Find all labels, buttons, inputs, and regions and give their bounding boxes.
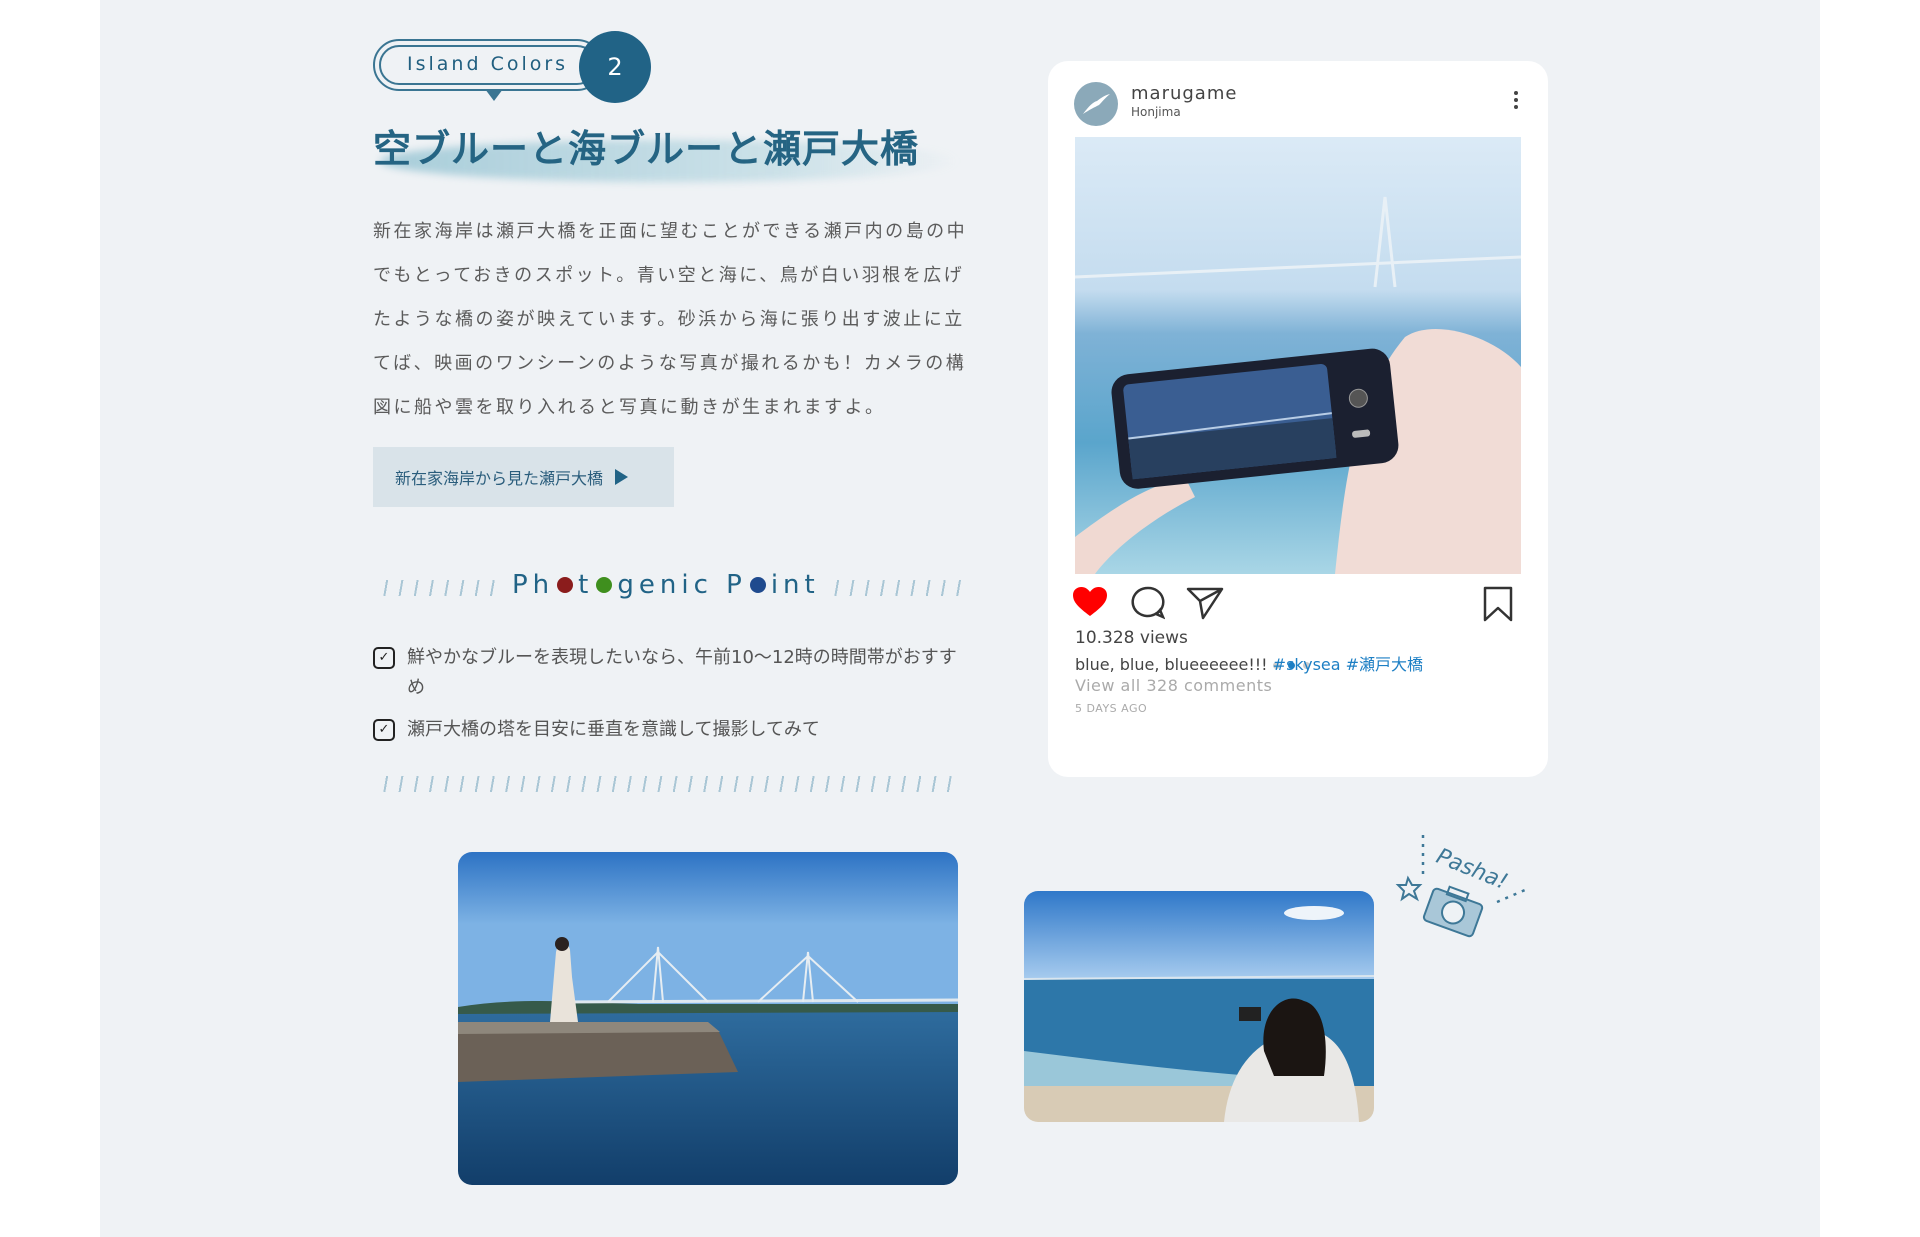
checkbox-checked-icon: ✓	[373, 719, 395, 741]
title-part: Ph	[512, 570, 555, 600]
post-photo	[1075, 137, 1521, 574]
green-dot-icon	[596, 577, 613, 593]
stripe-divider-left	[377, 580, 497, 596]
checklist-item: ✓ 鮮やかなブルーを表現したいなら、午前10〜12時の時間帯がおすすめ	[373, 643, 973, 703]
post-caption: blue, blue, blueeeeee!!! #skysea #瀬戸大橋	[1075, 651, 1423, 675]
badge-tail	[485, 89, 503, 101]
stripe-divider-bottom	[377, 776, 962, 792]
photogenic-point-title: Ph t genic P int	[512, 570, 820, 600]
checklist-text: 鮮やかなブルーを表現したいなら、午前10〜12時の時間帯がおすすめ	[407, 647, 957, 698]
title-part: t	[578, 570, 594, 600]
hashtag-link[interactable]: #瀬戸大橋	[1346, 655, 1423, 674]
stripe-divider-right	[828, 580, 962, 596]
section-heading: 空ブルーと海ブルーと瀬戸大橋	[373, 126, 920, 171]
button-label: 新在家海岸から見た瀬戸大橋	[395, 471, 604, 488]
social-post-card: marugame Honjima 10.328 views blue, blue…	[1048, 61, 1548, 777]
pasha-camera-doodle: Pasha!	[1390, 830, 1530, 940]
badge-number: 2	[579, 31, 651, 103]
like-heart-icon[interactable]	[1072, 586, 1108, 618]
post-timestamp: 5 DAYS AGO	[1075, 702, 1148, 715]
view-comments-link[interactable]: View all 328 comments	[1075, 676, 1272, 695]
hashtag-link[interactable]: #skysea	[1273, 655, 1341, 674]
section-badge: Island Colors 2	[373, 31, 653, 105]
blue-dot-icon	[749, 577, 766, 593]
share-send-icon[interactable]	[1186, 586, 1224, 620]
checklist-item: ✓ 瀬戸大橋の塔を目安に垂直を意識して撮影してみて	[373, 715, 973, 745]
red-dot-icon	[557, 577, 574, 593]
caption-text: blue, blue, blueeeeee!!!	[1075, 655, 1268, 674]
page-background	[100, 0, 1820, 1237]
more-options-icon[interactable]	[1514, 91, 1518, 109]
bookmark-icon[interactable]	[1482, 586, 1514, 622]
post-username[interactable]: marugame	[1131, 83, 1237, 104]
seagull-icon	[1083, 94, 1110, 114]
woman-photographing-sea-photo	[1024, 891, 1374, 1122]
badge-label: Island Colors	[407, 53, 569, 75]
comment-icon[interactable]	[1131, 586, 1165, 620]
title-part: genic P	[617, 570, 747, 600]
woman-on-pier-photo	[458, 852, 958, 1185]
section-description: 新在家海岸は瀬戸大橋を正面に望むことができる瀬戸内の島の中でもとっておきのスポッ…	[373, 221, 968, 418]
post-location[interactable]: Honjima	[1131, 105, 1181, 119]
checklist-text: 瀬戸大橋の塔を目安に垂直を意識して撮影してみて	[407, 719, 820, 740]
post-views: 10.328 views	[1075, 628, 1188, 648]
title-part: int	[770, 570, 820, 600]
play-arrow-icon	[615, 469, 629, 485]
checkbox-checked-icon: ✓	[373, 647, 395, 669]
avatar[interactable]	[1074, 82, 1118, 126]
view-bridge-link-button[interactable]: 新在家海岸から見た瀬戸大橋	[373, 447, 674, 507]
